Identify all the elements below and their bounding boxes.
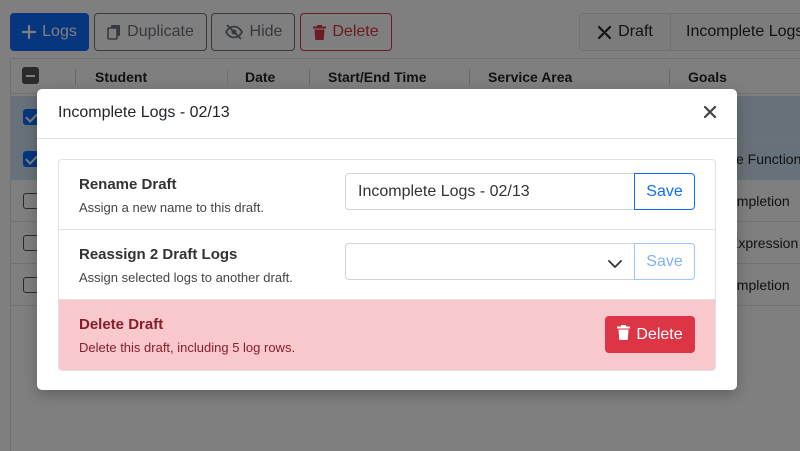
- modal-header: Incomplete Logs - 02/13: [37, 89, 737, 139]
- chevron-down-icon: [608, 256, 622, 274]
- modal-title: Incomplete Logs - 02/13: [58, 104, 230, 121]
- draft-name-input[interactable]: [345, 173, 634, 210]
- draft-settings-modal: Incomplete Logs - 02/13 Rename Draft Ass…: [37, 89, 737, 390]
- delete-draft-description: Delete this draft, including 5 log rows.: [79, 340, 296, 355]
- delete-draft-button[interactable]: Delete: [605, 316, 695, 353]
- delete-draft-section: Delete Draft Delete this draft, includin…: [59, 300, 715, 370]
- reassign-input-group: Save: [345, 243, 695, 280]
- reassign-logs-title: Reassign 2 Draft Logs: [79, 246, 238, 263]
- rename-save-button[interactable]: Save: [634, 173, 695, 210]
- rename-draft-section: Rename Draft Assign a new name to this d…: [59, 160, 715, 230]
- trash-icon: [617, 324, 631, 345]
- rename-draft-description: Assign a new name to this draft.: [79, 200, 264, 215]
- draft-select[interactable]: [345, 243, 634, 280]
- reassign-save-button[interactable]: Save: [634, 243, 695, 280]
- rename-draft-title: Rename Draft: [79, 176, 177, 193]
- rename-input-group: Save: [345, 173, 695, 210]
- close-icon: [703, 105, 717, 123]
- delete-draft-label: Delete: [636, 325, 683, 343]
- close-button[interactable]: [701, 105, 719, 123]
- delete-draft-title: Delete Draft: [79, 316, 164, 333]
- reassign-logs-description: Assign selected logs to another draft.: [79, 270, 293, 285]
- reassign-logs-section: Reassign 2 Draft Logs Assign selected lo…: [59, 230, 715, 300]
- draft-actions-list: Rename Draft Assign a new name to this d…: [58, 159, 716, 371]
